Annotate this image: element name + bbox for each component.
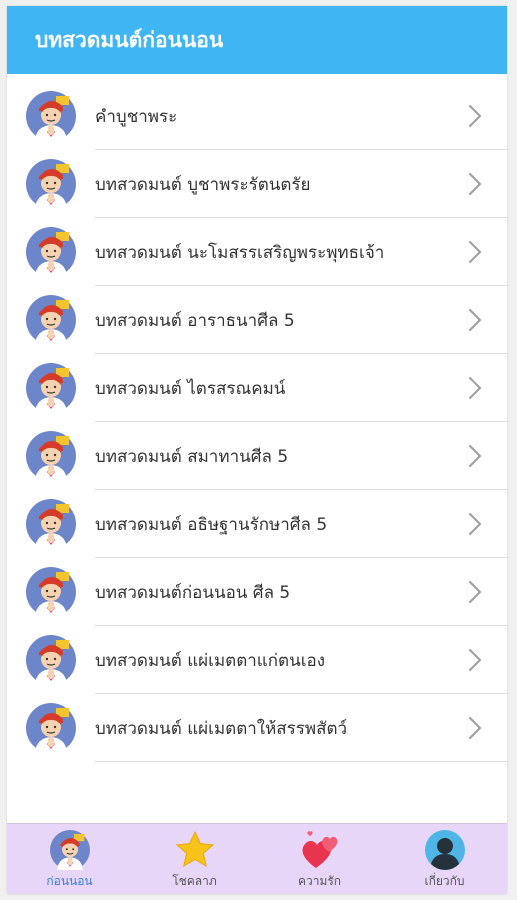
list-item[interactable]: บทสวดมนต์ ไตรสรณคมน์: [7, 354, 507, 422]
praying-monk-icon: [50, 830, 90, 870]
list-item-label: บทสวดมนต์ก่อนนอน ศีล 5: [95, 582, 291, 603]
list-item[interactable]: บทสวดมนต์ แผ่เมตตาแก่ตนเอง: [7, 626, 507, 694]
praying-monk-icon: [26, 635, 76, 685]
tab-bedtime[interactable]: ก่อนนอน: [7, 824, 132, 894]
app-screen: บทสวดมนต์ก่อนนอน คำบูชาพระบทสวดมนต์ บูชา…: [7, 6, 507, 894]
list-item-label: บทสวดมนต์ อาราธนาศีล 5: [95, 310, 295, 331]
list-item[interactable]: บทสวดมนต์ นะโมสรรเสริญพระพุทธเจ้า: [7, 218, 507, 286]
hearts-icon: [300, 830, 340, 870]
praying-monk-icon: [26, 159, 76, 209]
app-header: บทสวดมนต์ก่อนนอน: [7, 6, 507, 74]
tab-love[interactable]: ความรัก: [257, 824, 382, 894]
page-title: บทสวดมนต์ก่อนนอน: [35, 27, 224, 52]
list-item-label: บทสวดมนต์ อธิษฐานรักษาศีล 5: [95, 514, 328, 535]
praying-monk-icon: [26, 703, 76, 753]
tab-label: ก่อนนอน: [46, 874, 93, 888]
divider: [95, 761, 507, 762]
list-item[interactable]: คำบูชาพระ: [7, 82, 507, 150]
chevron-right-icon: [468, 716, 482, 740]
bottom-tab-bar: ก่อนนอน โชคลาภ ความรัก เกี่ยวกับ: [7, 823, 507, 894]
list-item[interactable]: บทสวดมนต์ก่อนนอน ศีล 5: [7, 558, 507, 626]
chevron-right-icon: [468, 512, 482, 536]
list-item-label: บทสวดมนต์ บูชาพระรัตนตรัย: [95, 174, 311, 195]
user-avatar-icon: [425, 830, 465, 870]
chevron-right-icon: [468, 104, 482, 128]
list-item[interactable]: บทสวดมนต์ อธิษฐานรักษาศีล 5: [7, 490, 507, 558]
praying-monk-icon: [26, 227, 76, 277]
tab-label: ความรัก: [297, 874, 342, 888]
list-item-label: บทสวดมนต์ แผ่เมตตาแก่ตนเอง: [95, 650, 326, 671]
praying-monk-icon: [26, 567, 76, 617]
list-item[interactable]: บทสวดมนต์ สมาทานศีล 5: [7, 422, 507, 490]
chevron-right-icon: [468, 240, 482, 264]
chevron-right-icon: [468, 308, 482, 332]
chevron-right-icon: [468, 648, 482, 672]
praying-monk-icon: [26, 91, 76, 141]
list-item-label: บทสวดมนต์ ไตรสรณคมน์: [95, 378, 286, 399]
praying-monk-icon: [26, 363, 76, 413]
tab-about[interactable]: เกี่ยวกับ: [382, 824, 507, 894]
list-item[interactable]: บทสวดมนต์ แผ่เมตตาให้สรรพสัตว์: [7, 694, 507, 762]
prayer-list: คำบูชาพระบทสวดมนต์ บูชาพระรัตนตรัยบทสวดม…: [7, 82, 507, 762]
tab-fortune[interactable]: โชคลาภ: [132, 824, 257, 894]
list-item-label: บทสวดมนต์ สมาทานศีล 5: [95, 446, 289, 467]
chevron-right-icon: [468, 444, 482, 468]
star-icon: [175, 830, 215, 870]
list-item-label: คำบูชาพระ: [95, 106, 178, 127]
chevron-right-icon: [468, 580, 482, 604]
praying-monk-icon: [26, 499, 76, 549]
list-item[interactable]: บทสวดมนต์ อาราธนาศีล 5: [7, 286, 507, 354]
praying-monk-icon: [26, 431, 76, 481]
chevron-right-icon: [468, 376, 482, 400]
list-item-label: บทสวดมนต์ แผ่เมตตาให้สรรพสัตว์: [95, 718, 348, 739]
list-item-label: บทสวดมนต์ นะโมสรรเสริญพระพุทธเจ้า: [95, 242, 385, 263]
chevron-right-icon: [468, 172, 482, 196]
praying-monk-icon: [26, 295, 76, 345]
list-item[interactable]: บทสวดมนต์ บูชาพระรัตนตรัย: [7, 150, 507, 218]
tab-label: โชคลาภ: [172, 874, 217, 888]
tab-label: เกี่ยวกับ: [424, 874, 465, 888]
